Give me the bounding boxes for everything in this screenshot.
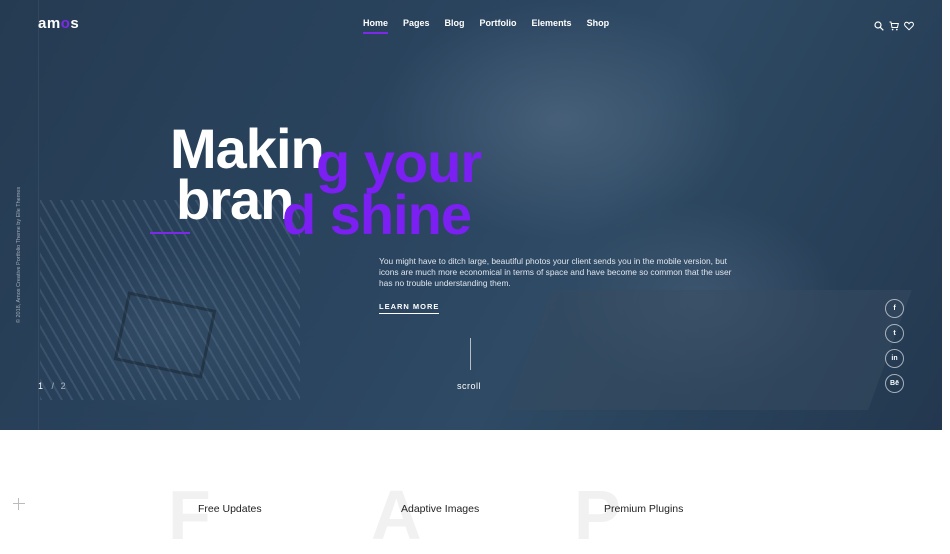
slide-pager: 1 / 2 bbox=[38, 381, 66, 391]
nav-blog[interactable]: Blog bbox=[445, 18, 465, 34]
nav-home[interactable]: Home bbox=[363, 18, 389, 34]
nav-portfolio[interactable]: Portfolio bbox=[480, 18, 517, 34]
feature-title: Adaptive Images bbox=[401, 503, 480, 515]
cart-icon[interactable] bbox=[889, 18, 899, 31]
scroll-indicator-line bbox=[470, 338, 471, 370]
heart-icon[interactable] bbox=[904, 18, 914, 31]
hero-description: You might have to ditch large, beautiful… bbox=[379, 256, 732, 288]
sidebar-divider bbox=[38, 0, 39, 517]
linkedin-icon[interactable]: in bbox=[885, 349, 904, 368]
search-icon[interactable] bbox=[874, 18, 884, 31]
twitter-icon[interactable]: t bbox=[885, 324, 904, 343]
plus-icon[interactable] bbox=[13, 498, 25, 510]
learn-more-link[interactable]: LEARN MORE bbox=[379, 302, 440, 314]
slide-total[interactable]: 2 bbox=[61, 381, 66, 391]
copyright-text: © 2018, Amos Creative Portfolio Theme by… bbox=[16, 186, 22, 324]
nav-pages[interactable]: Pages bbox=[403, 18, 430, 34]
logo-text-start: am bbox=[38, 15, 61, 32]
logo-accent-letter: o bbox=[60, 15, 71, 32]
nav-elements[interactable]: Elements bbox=[532, 18, 572, 34]
logo-text-end: s bbox=[70, 15, 80, 32]
facebook-icon[interactable]: f bbox=[885, 299, 904, 318]
headline-line2-white: bran bbox=[176, 168, 294, 231]
feature-title: Premium Plugins bbox=[604, 503, 684, 515]
header-icons bbox=[874, 18, 914, 31]
logo[interactable]: amos bbox=[38, 15, 79, 32]
headline-line2-purple: d shine bbox=[282, 183, 472, 246]
feature-title: Free Updates bbox=[198, 503, 262, 515]
feature-letter: F bbox=[168, 476, 211, 554]
social-links: f t in Bē bbox=[885, 299, 904, 393]
behance-icon[interactable]: Bē bbox=[885, 374, 904, 393]
feature-letter: A bbox=[371, 476, 422, 554]
nav-shop[interactable]: Shop bbox=[587, 18, 610, 34]
headline-accent-line bbox=[150, 232, 190, 234]
hero-background-laptop bbox=[508, 290, 912, 410]
main-nav: Home Pages Blog Portfolio Elements Shop bbox=[363, 18, 609, 34]
feature-letter: P bbox=[574, 476, 621, 554]
hero-section: amos Home Pages Blog Portfolio Elements … bbox=[0, 0, 942, 430]
slide-separator: / bbox=[51, 381, 55, 391]
scroll-label[interactable]: scroll bbox=[457, 381, 481, 391]
